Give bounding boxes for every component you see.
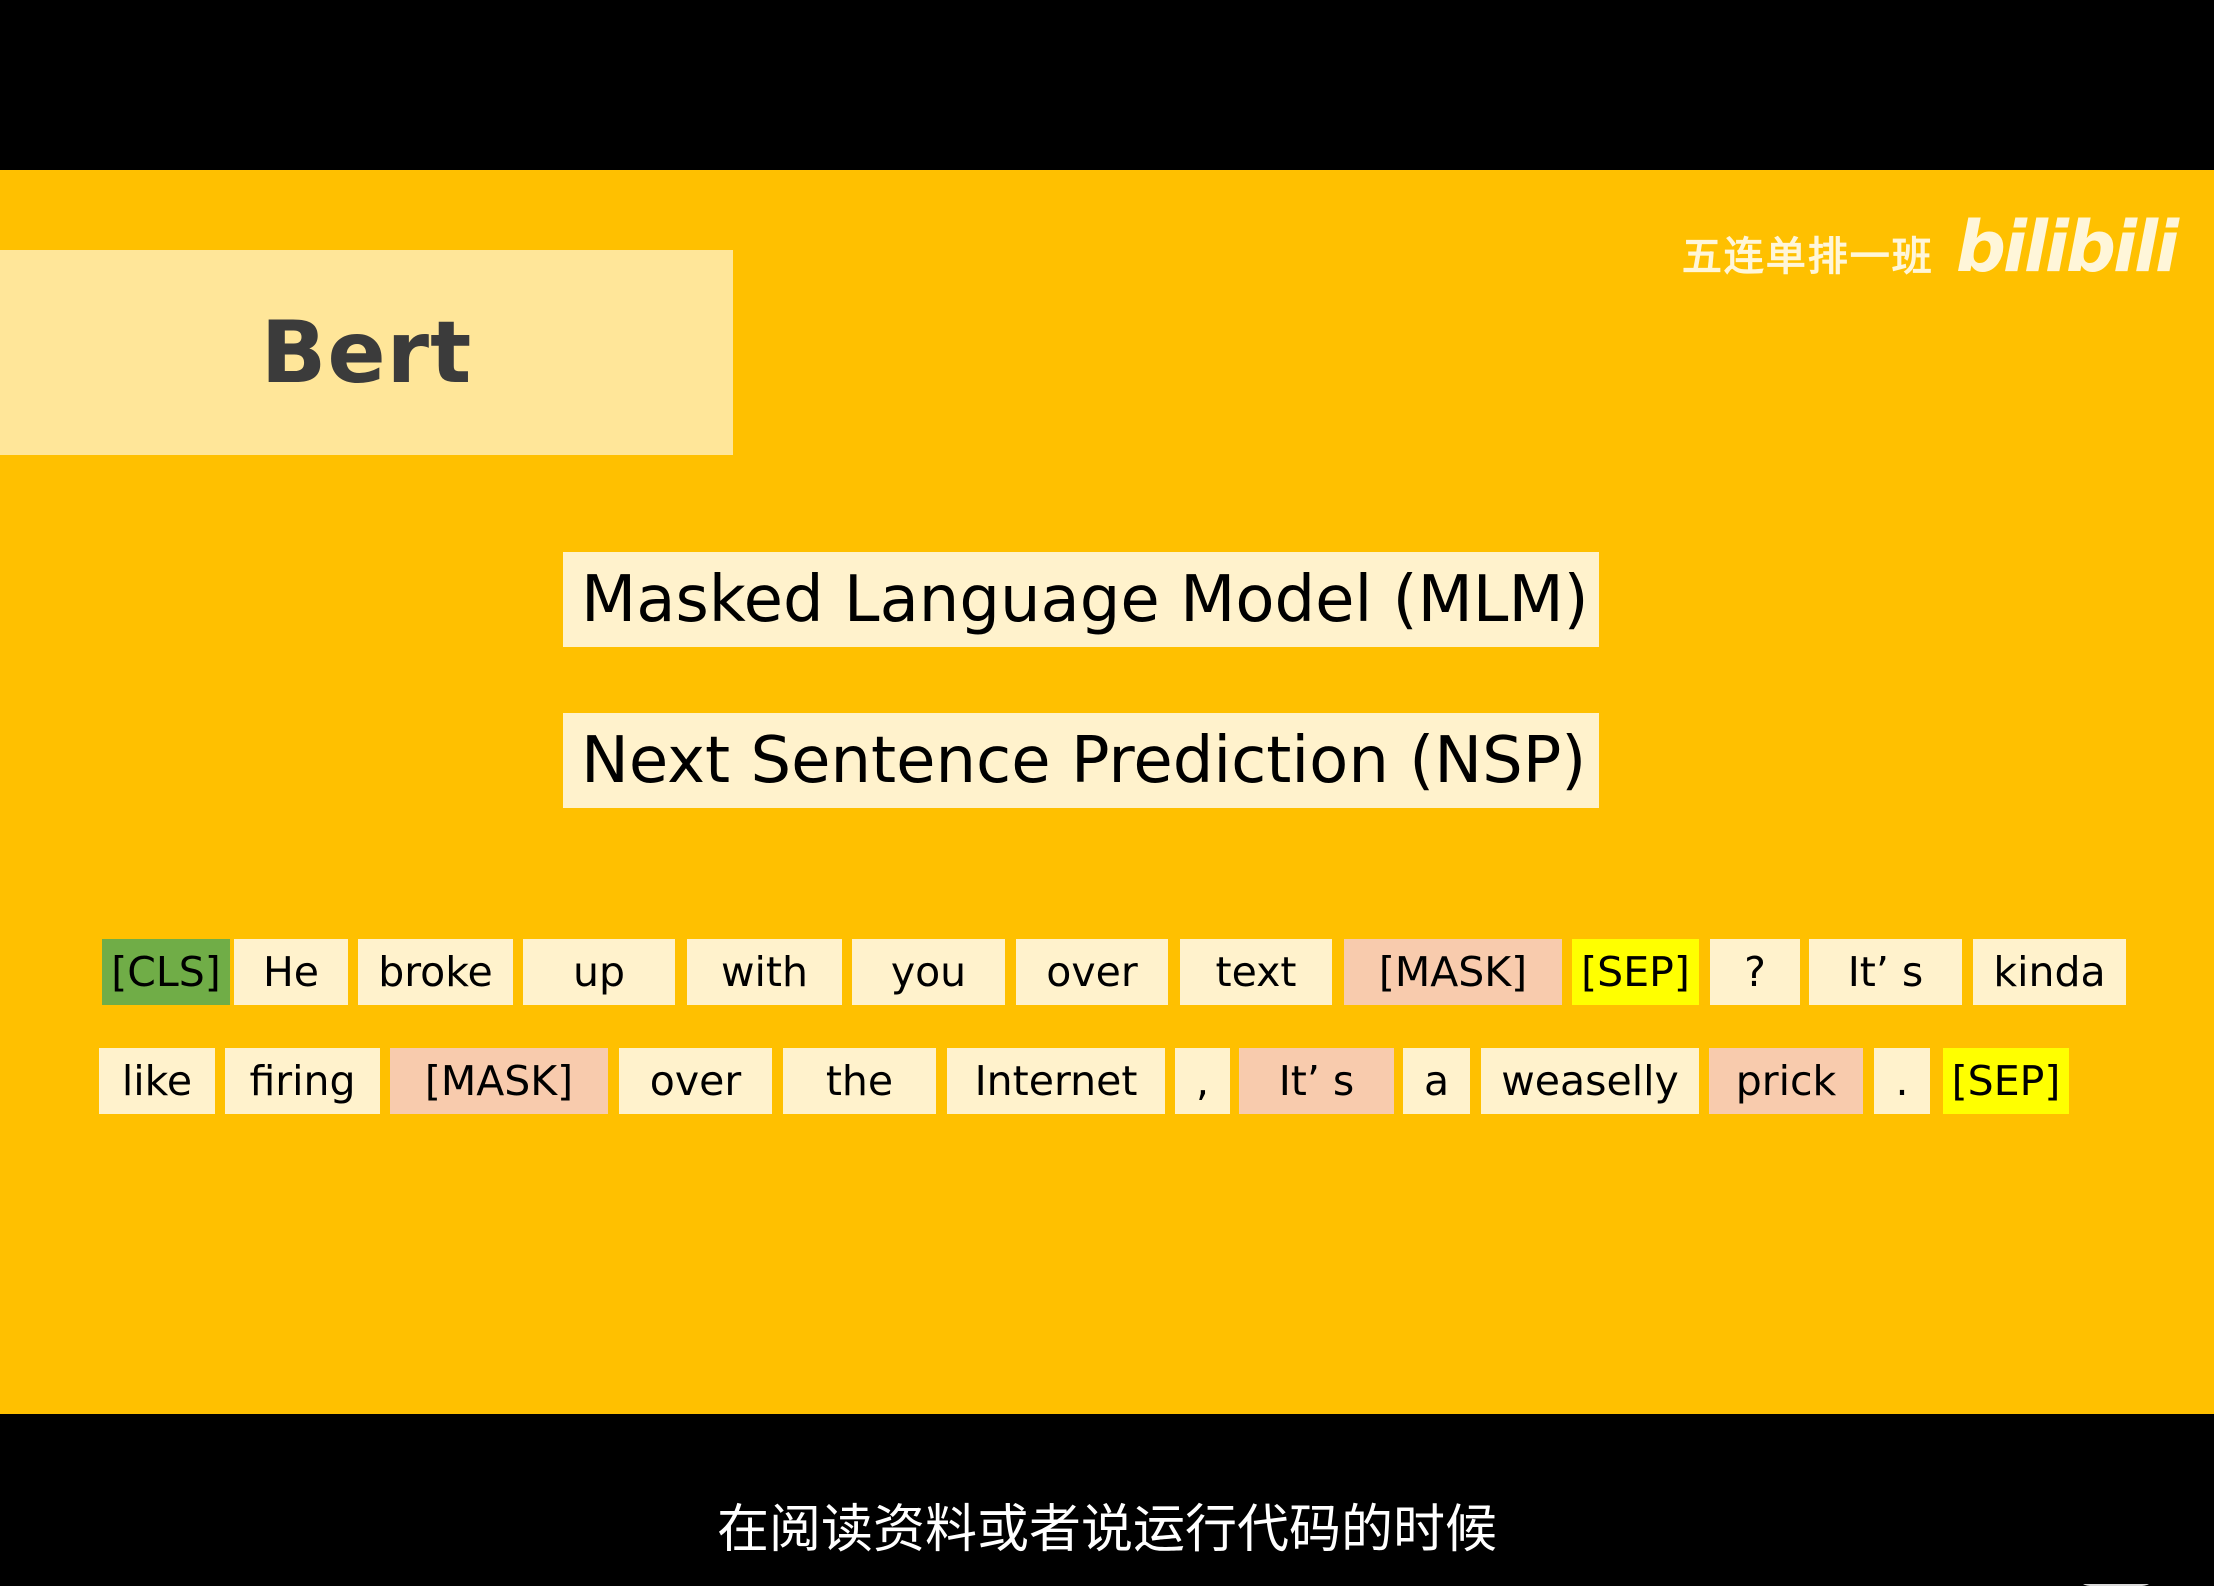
token: a [1403, 1048, 1470, 1114]
slide: Bert 五连单排一班 bilibili Masked Language Mod… [0, 170, 2214, 1586]
video-subtitle: 在阅读资料或者说运行代码的时候 [716, 1500, 1497, 1560]
token: with [687, 939, 842, 1005]
token-sep: [SEP] [1943, 1048, 2069, 1114]
top-letterbox [0, 0, 2214, 170]
token: you [852, 939, 1005, 1005]
bilibili-logo: bilibili [1955, 206, 2179, 288]
token-mask: It’ s [1239, 1048, 1394, 1114]
token: Internet [947, 1048, 1165, 1114]
token: broke [358, 939, 513, 1005]
token-mask: [MASK] [390, 1048, 608, 1114]
token: firing [225, 1048, 380, 1114]
token: He [234, 939, 348, 1005]
task-nsp-box: Next Sentence Prediction (NSP) [563, 713, 1599, 808]
slide-title: Bert [260, 302, 473, 403]
task-nsp-label: Next Sentence Prediction (NSP) [581, 723, 1587, 798]
token: up [523, 939, 675, 1005]
token: like [99, 1048, 215, 1114]
title-box: Bert [0, 250, 733, 455]
token-mask: prick [1709, 1048, 1863, 1114]
token-cls: [CLS] [102, 939, 230, 1005]
token-mask: [MASK] [1344, 939, 1562, 1005]
token: over [1016, 939, 1168, 1005]
token: weaselly [1481, 1048, 1699, 1114]
token: over [619, 1048, 772, 1114]
token: . [1874, 1048, 1930, 1114]
token: kinda [1973, 939, 2126, 1005]
task-mlm-label: Masked Language Model (MLM) [581, 562, 1589, 637]
token-sep: [SEP] [1572, 939, 1699, 1005]
token: ? [1710, 939, 1800, 1005]
token: It’ s [1809, 939, 1962, 1005]
token: text [1180, 939, 1332, 1005]
task-mlm-box: Masked Language Model (MLM) [563, 552, 1599, 647]
token: , [1175, 1048, 1230, 1114]
watermark-text: 五连单排一班 [1681, 234, 1934, 280]
token: the [783, 1048, 936, 1114]
bilibili-watermark: 五连单排一班 bilibili [1681, 206, 2179, 288]
